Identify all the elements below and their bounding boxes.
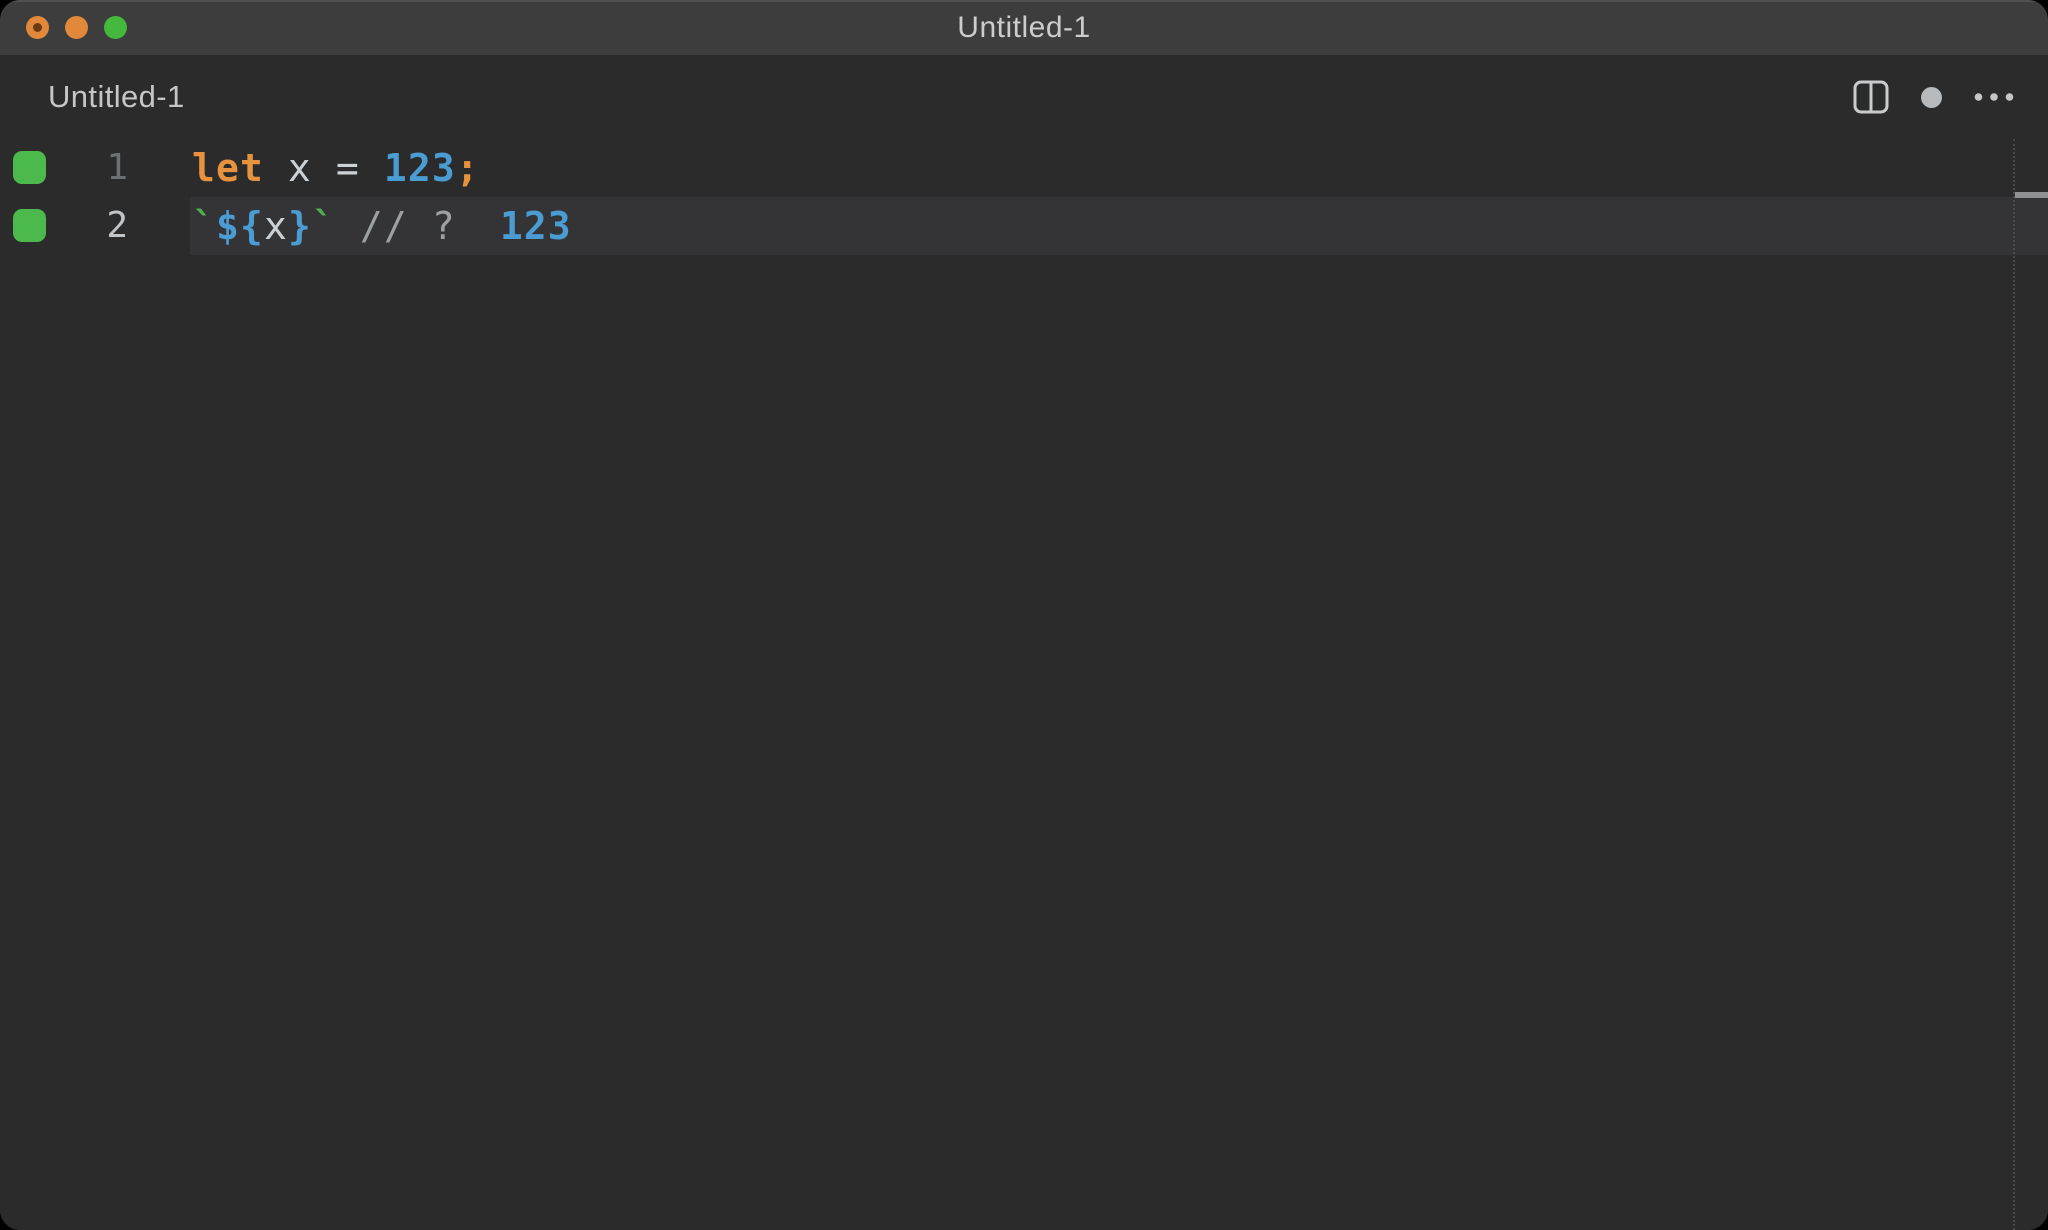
token-foreground xyxy=(336,204,360,248)
quokka-inline-value: 123 xyxy=(499,204,572,248)
code-text[interactable]: let x = 123; xyxy=(192,139,480,197)
token-interpolation: } xyxy=(287,204,312,248)
tab-label[interactable]: Untitled-1 xyxy=(48,79,185,115)
zoom-button[interactable] xyxy=(104,16,127,39)
token-foreground xyxy=(264,146,288,190)
line-number: 1 xyxy=(106,147,128,188)
overview-ruler-scrollbar[interactable] xyxy=(2013,139,2048,1230)
token-keyword: let xyxy=(192,146,264,190)
minimize-button[interactable] xyxy=(65,16,88,39)
code-line[interactable]: 2 `${x}` // ? 123 xyxy=(0,197,2048,255)
token-number: 123 xyxy=(383,146,456,190)
header-actions xyxy=(1853,55,2014,139)
token-foreground xyxy=(312,146,336,190)
token-comment: ? xyxy=(431,204,456,248)
line-number: 2 xyxy=(106,205,128,246)
split-editor-icon[interactable] xyxy=(1853,80,1889,114)
ruler-cursor-marker xyxy=(2015,192,2048,198)
code-text[interactable]: `${x}` // ? 123 xyxy=(192,197,572,255)
titlebar: Untitled-1 xyxy=(0,0,2048,55)
more-actions-icon[interactable] xyxy=(1974,92,2014,102)
token-foreground xyxy=(408,204,432,248)
modified-indicator-dot-icon xyxy=(33,23,42,32)
token-foreground: = xyxy=(335,146,360,190)
traffic-lights xyxy=(26,0,127,55)
token-string: ` xyxy=(311,204,336,248)
editor[interactable]: 1 let x = 123; 2 `${x}` // ? 123 xyxy=(0,139,2048,1230)
token-foreground xyxy=(360,146,384,190)
code-line[interactable]: 1 let x = 123; xyxy=(0,139,2048,197)
token-foreground: x xyxy=(263,204,288,248)
editor-header: Untitled-1 xyxy=(0,55,2048,139)
token-comment: // xyxy=(359,204,408,248)
code-lines: 1 let x = 123; 2 `${x}` // ? 123 xyxy=(0,139,2048,255)
token-interpolation: ${ xyxy=(215,204,264,248)
token-foreground: x xyxy=(287,146,312,190)
window-title: Untitled-1 xyxy=(957,10,1091,44)
token-keyword: ; xyxy=(455,146,480,190)
token-string: ` xyxy=(192,204,216,248)
app-window: Untitled-1 Untitled-1 1 let x = 123; 2 `… xyxy=(0,0,2048,1230)
modified-dot-icon[interactable] xyxy=(1920,86,1943,109)
close-button[interactable] xyxy=(26,16,49,39)
